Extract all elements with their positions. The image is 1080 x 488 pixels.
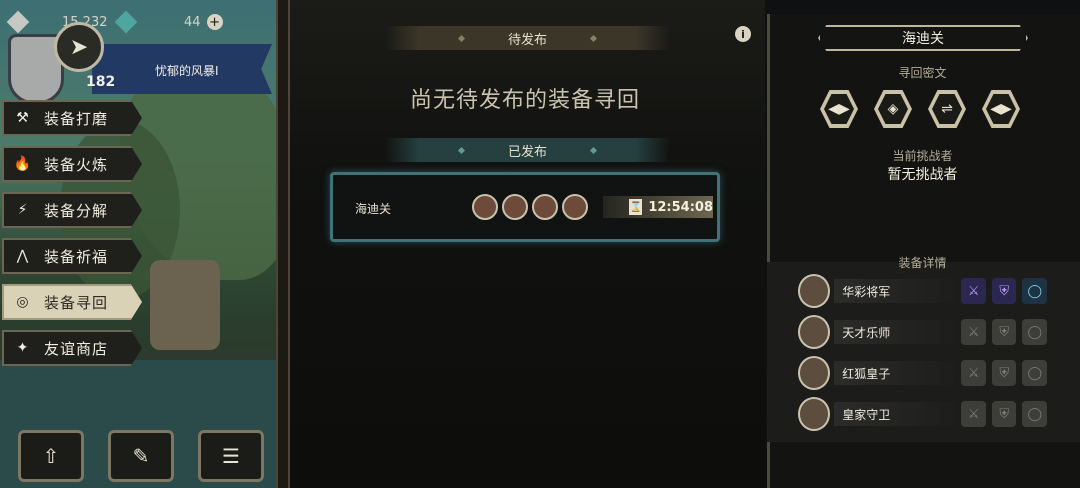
side-menu: ⚒ 装备打磨 🔥 装备火炼 ⚡ 装备分解 ⋀ 装备祈福 ◎ 装备寻回 ✦ 友谊商店 (2, 100, 142, 376)
weapon-slot-icon[interactable]: ⚔ (961, 401, 986, 427)
flame-icon: 🔥 (13, 156, 33, 172)
secret-rune-icon: ◀▶ (820, 90, 858, 128)
break-icon: ⚡ (17, 202, 29, 218)
secret-rune-glyph: ◈ (878, 94, 908, 124)
coin-icon (6, 10, 30, 34)
hero-name: 天才乐师 (834, 320, 956, 344)
secret-icons: ◀▶ ◈ ⇌ ◀▶ (820, 90, 1020, 128)
hourglass-icon: ⌛ (629, 199, 643, 215)
menu-item-label: 装备分解 (44, 201, 109, 220)
hero-row[interactable]: 皇家守卫 ⚔ ⛨ ◯ (795, 397, 1047, 431)
published-card-avatars (472, 194, 588, 220)
bird-knight-avatar (472, 194, 498, 220)
published-card-name: 海迪关 (355, 202, 392, 216)
published-card-timer: ⌛ 12:54:08 (603, 196, 713, 218)
helmet-guard-portrait (798, 397, 831, 431)
weapon-slot-icon[interactable]: ⚔ (961, 319, 986, 345)
secret-rune-icon: ◀▶ (982, 90, 1020, 128)
header-dot (589, 34, 598, 42)
bunny-hero-avatar (502, 194, 528, 220)
ring-slot-icon[interactable]: ◯ (1022, 360, 1047, 386)
panel-divider (276, 0, 290, 488)
hero-name: 皇家守卫 (834, 402, 956, 426)
player-level: 182 (86, 74, 116, 90)
pending-section-header: 待发布 (385, 26, 670, 50)
armor-slot-icon[interactable]: ⛨ (991, 360, 1017, 386)
menu-item-label: 装备打磨 (44, 109, 109, 128)
hero-row[interactable]: 天才乐师 ⚔ ⛨ ◯ (795, 315, 1047, 349)
armor-slot-icon[interactable]: ⛨ (991, 278, 1017, 304)
header-dot (457, 146, 466, 154)
ring-slot-icon[interactable]: ◯ (1022, 278, 1047, 304)
menu-item-label: 装备祈福 (44, 247, 109, 266)
add-gems-icon[interactable]: + (206, 14, 223, 30)
hero-name: 华彩将军 (834, 279, 956, 303)
secret-label: 寻回密文 (898, 66, 947, 80)
menu-item-3[interactable]: ⋀ 装备祈福 (2, 238, 142, 274)
bottom-button-2[interactable]: ☰ (198, 430, 264, 482)
target-icon: ◎ (16, 294, 30, 310)
bottom-button-0[interactable]: ⇧ (18, 430, 84, 482)
player-name: 忧郁的风暴I (155, 64, 219, 78)
challenger-label: 当前挑战者 (892, 149, 953, 163)
secret-rune-glyph: ⇌ (932, 94, 962, 124)
armor-slot-icon[interactable]: ⛨ (991, 401, 1017, 427)
scene-rock (150, 260, 220, 350)
timer-value: 12:54:08 (648, 199, 713, 215)
bird-general-portrait (798, 274, 831, 308)
armor-slot-icon[interactable]: ⛨ (991, 319, 1017, 345)
menu-item-label: 友谊商店 (44, 339, 109, 358)
gem-icon (114, 10, 138, 34)
header-dot (589, 146, 598, 154)
secret-rune-glyph: ◀▶ (824, 94, 854, 124)
menu-item-1[interactable]: 🔥 装备火炼 (2, 146, 142, 182)
secret-rune-icon: ◈ (874, 90, 912, 128)
stage-title-banner: 海迪关 (818, 25, 1028, 51)
pending-empty-text: 尚无待发布的装备寻回 (409, 88, 640, 113)
fox-prince-portrait (798, 356, 831, 390)
weapon-slot-icon[interactable]: ⚔ (961, 360, 986, 386)
helmet-guard-avatar (562, 194, 588, 220)
bottom-button-1[interactable]: ✎ (108, 430, 174, 482)
upload-icon: ⇧ (42, 444, 60, 468)
back-arrow-icon: ➤ (69, 34, 89, 60)
pending-header-label: 待发布 (507, 32, 547, 48)
hero-row[interactable]: 华彩将军 ⚔ ⛨ ◯ (795, 274, 1047, 308)
hero-row[interactable]: 红狐皇子 ⚔ ⛨ ◯ (795, 356, 1047, 390)
info-icon[interactable]: i (735, 26, 751, 42)
back-button[interactable]: ➤ (54, 22, 104, 72)
bunny-musician-portrait (798, 315, 831, 349)
header-dot (457, 34, 466, 42)
stage-title: 海迪关 (902, 31, 944, 47)
center-dim-overlay (285, 0, 765, 488)
fox-icon: ✦ (16, 340, 30, 356)
menu-item-5[interactable]: ✦ 友谊商店 (2, 330, 142, 366)
challenger-value: 暂无挑战者 (887, 167, 958, 183)
hammer-icon: ⚒ (16, 110, 30, 126)
ring-slot-icon[interactable]: ◯ (1022, 401, 1047, 427)
bottom-button-bar: ⇧ ✎ ☰ (18, 430, 264, 482)
fox-hero-avatar (532, 194, 558, 220)
weapon-slot-icon[interactable]: ⚔ (961, 278, 986, 304)
equipment-label: 装备详情 (898, 256, 947, 270)
menu-item-4[interactable]: ◎ 装备寻回 (2, 284, 142, 320)
gem-counter: 44 + (114, 10, 228, 34)
menu-item-0[interactable]: ⚒ 装备打磨 (2, 100, 142, 136)
ring-slot-icon[interactable]: ◯ (1022, 319, 1047, 345)
hero-name: 红狐皇子 (834, 361, 956, 385)
published-section-header: 已发布 (385, 138, 670, 162)
published-header-label: 已发布 (507, 144, 547, 160)
menu-item-label: 装备寻回 (44, 293, 109, 312)
currency-bar: 15,232 44 + (0, 10, 230, 34)
list-icon: ☰ (222, 444, 240, 468)
pray-hands-icon: ⋀ (16, 248, 30, 264)
feather-icon: ✎ (132, 444, 150, 468)
menu-item-label: 装备火炼 (44, 155, 109, 174)
secret-rune-icon: ⇌ (928, 90, 966, 128)
gem-amount: 44 (184, 14, 201, 30)
secret-rune-glyph: ◀▶ (986, 94, 1016, 124)
menu-item-2[interactable]: ⚡ 装备分解 (2, 192, 142, 228)
